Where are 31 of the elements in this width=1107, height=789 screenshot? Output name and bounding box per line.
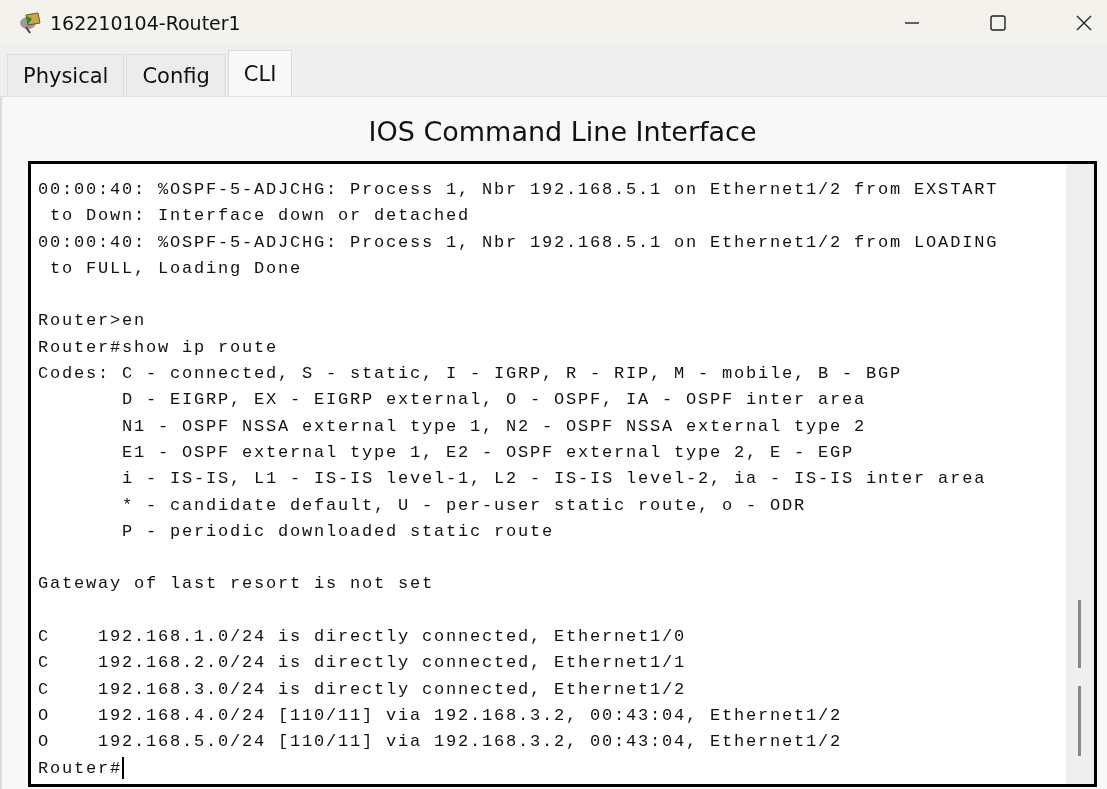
terminal-prompt: Router# <box>38 758 122 778</box>
terminal-line: N1 - OSPF NSSA external type 1, N2 - OSPF NSSA external type 2 <box>121 416 867 436</box>
terminal-line: * - candidate default, U - per-user static route, o - ODR <box>121 495 807 515</box>
terminal-line: to FULL, Loading Done <box>49 258 303 278</box>
panel-heading: IOS Command Line Interface <box>367 115 758 149</box>
terminal-line: 00:00:40: %OSPF-5-ADJCHG: Process 1, Nbr 192.168.5.1 on Ethernet1/2 from LOADING <box>38 232 999 252</box>
terminal-line: Router>en <box>38 311 146 331</box>
terminal-window[interactable] <box>28 161 1097 787</box>
terminal-line: D - EIGRP, EX - EIGRP external, O - OSPF, IA - OSPF inter area <box>121 390 867 410</box>
terminal-line: C 192.168.2.0/24 is directly connected, Ethernet1/1 <box>38 653 687 673</box>
text-cursor <box>122 757 124 780</box>
terminal-line: C 192.168.1.0/24 is directly connected, Ethernet1/0 <box>38 627 687 647</box>
terminal-line: Router#show ip route <box>38 337 279 357</box>
terminal-line: to Down: Interface down or detached <box>49 206 471 226</box>
tab[interactable]: Config <box>126 54 226 96</box>
terminal-line: 00:00:40: %OSPF-5-ADJCHG: Process 1, Nbr 192.168.5.1 on Ethernet1/2 from EXSTART <box>38 180 999 199</box>
terminal-line: Codes: C - connected, S - static, I - IGRP, R - RIP, M - mobile, B - BGP <box>38 364 903 384</box>
terminal-line: O 192.168.4.0/24 [110/11] via 192.168.3.2, 00:43:04, Ethernet1/2 <box>38 705 843 725</box>
terminal-line: C 192.168.3.0/24 is directly connected, Ethernet1/2 <box>38 679 687 699</box>
terminal-line: O 192.168.5.0/24 [110/11] via 192.168.3.2, 00:43:04, Ethernet1/2 <box>38 732 843 752</box>
maximize-icon[interactable] <box>989 14 1007 32</box>
window-title: 162210104-Router1 <box>50 12 241 34</box>
scrollbar[interactable] <box>1066 164 1094 784</box>
terminal-line: P - periodic downloaded static route <box>121 521 555 541</box>
tab[interactable]: Physical <box>7 54 125 96</box>
router-icon <box>18 11 44 35</box>
terminal-line: Gateway of last resort is not set <box>38 574 435 594</box>
close-icon[interactable] <box>1075 14 1093 32</box>
terminal-line: E1 - OSPF external type 1, E2 - OSPF external type 2, E - EGP <box>121 442 855 462</box>
terminal-line: i - IS-IS, L1 - IS-IS level-1, L2 - IS-IS level-2, ia - IS-IS inter area <box>121 469 987 489</box>
tab[interactable]: CLI <box>227 50 293 96</box>
